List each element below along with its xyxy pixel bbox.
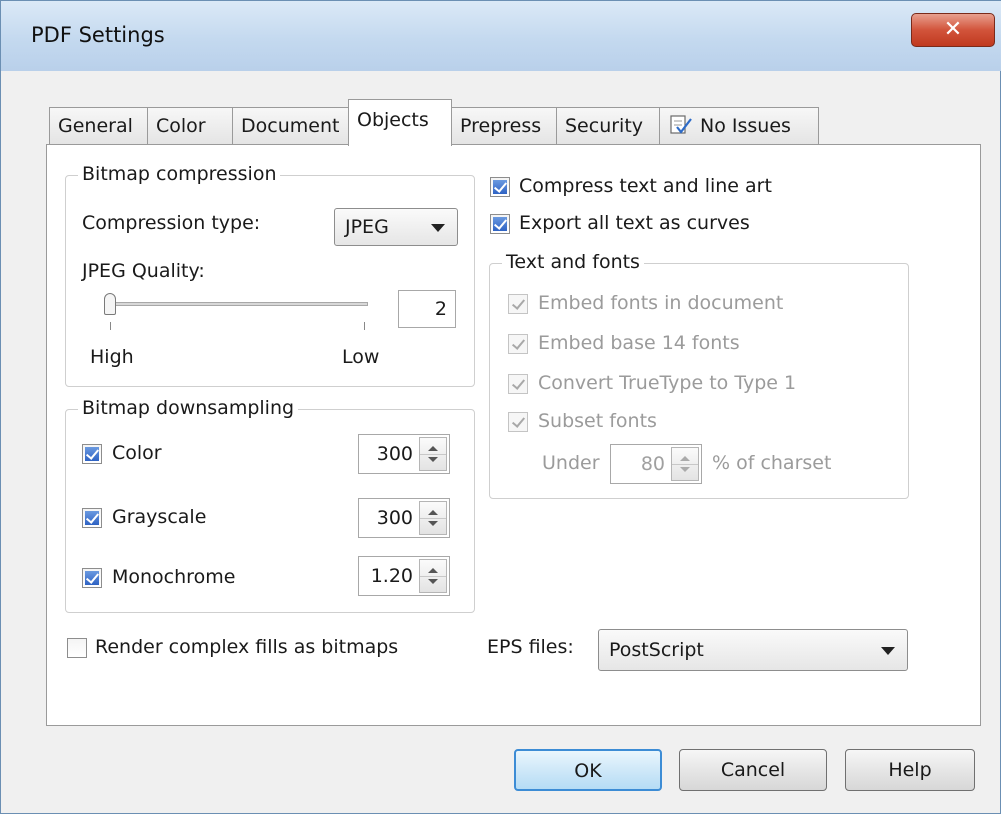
down-arrow-icon: [680, 467, 690, 472]
slider-tick: [110, 322, 111, 330]
eps-files-value: PostScript: [609, 639, 704, 661]
charset-label: % of charset: [712, 452, 832, 474]
window-title: PDF Settings: [31, 23, 165, 47]
spin-buttons[interactable]: [419, 437, 447, 471]
ok-button[interactable]: OK: [514, 749, 662, 791]
convert-truetype-checkbox[interactable]: [508, 374, 528, 394]
tab-label: Security: [565, 115, 644, 137]
down-arrow-icon: [428, 457, 438, 462]
tab-no-issues[interactable]: No Issues: [659, 107, 819, 145]
slider-tick: [364, 322, 365, 330]
up-arrow-icon: [428, 510, 438, 515]
grayscale-label: Grayscale: [112, 506, 207, 528]
tab-label: Objects: [357, 109, 429, 131]
monochrome-label: Monochrome: [112, 566, 236, 588]
render-fills-label: Render complex fills as bitmaps: [95, 636, 399, 658]
embed-fonts-label: Embed fonts in document: [538, 292, 784, 314]
up-arrow-icon: [680, 456, 690, 461]
jpeg-quality-label: JPEG Quality:: [82, 260, 205, 282]
color-checkbox[interactable]: [82, 444, 102, 464]
compress-text-checkbox[interactable]: [490, 177, 510, 197]
group-title: Text and fonts: [502, 251, 644, 273]
grayscale-dpi-value: 300: [376, 507, 413, 529]
subset-fonts-checkbox[interactable]: [508, 412, 528, 432]
slider-thumb[interactable]: [104, 293, 116, 315]
embed-fonts-checkbox[interactable]: [508, 294, 528, 314]
eps-files-dropdown[interactable]: PostScript: [598, 629, 908, 671]
tab-label: General: [58, 115, 133, 137]
compression-type-value: JPEG: [345, 216, 389, 238]
spin-buttons[interactable]: [419, 559, 447, 593]
up-arrow-icon: [428, 446, 438, 451]
jpeg-quality-slider[interactable]: [108, 302, 368, 306]
group-title: Bitmap compression: [78, 163, 281, 185]
checklist-icon: [668, 112, 694, 134]
tab-prepress[interactable]: Prepress: [451, 107, 557, 145]
high-label: High: [90, 346, 134, 368]
tab-general[interactable]: General: [49, 107, 148, 145]
bitmap-downsampling-group: Bitmap downsampling Color 300 Grayscale …: [65, 397, 475, 613]
tab-label: Document: [241, 115, 340, 137]
compress-text-label: Compress text and line art: [519, 175, 772, 197]
objects-panel: Bitmap compression Compression type: JPE…: [46, 144, 981, 726]
eps-files-label: EPS files:: [487, 636, 574, 658]
subset-threshold-stepper[interactable]: 80: [610, 444, 702, 484]
subset-threshold-value: 80: [640, 453, 665, 475]
color-dpi-stepper[interactable]: 300: [358, 434, 450, 474]
monochrome-dpi-stepper[interactable]: 1.20: [358, 556, 450, 596]
embed-base14-label: Embed base 14 fonts: [538, 332, 740, 354]
monochrome-checkbox[interactable]: [82, 568, 102, 588]
grayscale-dpi-stepper[interactable]: 300: [358, 498, 450, 538]
grayscale-checkbox[interactable]: [82, 508, 102, 528]
tab-document[interactable]: Document: [232, 107, 356, 145]
chevron-down-icon: [881, 647, 895, 655]
text-fonts-group: Text and fonts Embed fonts in document E…: [489, 251, 909, 499]
embed-base14-checkbox[interactable]: [508, 334, 528, 354]
export-curves-checkbox[interactable]: [490, 214, 510, 234]
under-label: Under: [542, 452, 600, 474]
down-arrow-icon: [428, 521, 438, 526]
up-arrow-icon: [428, 568, 438, 573]
tab-label: No Issues: [700, 115, 791, 137]
color-dpi-value: 300: [376, 443, 413, 465]
cancel-button[interactable]: Cancel: [679, 749, 827, 791]
tab-label: Prepress: [460, 115, 542, 137]
jpeg-quality-input[interactable]: 2: [398, 290, 456, 328]
spin-buttons[interactable]: [419, 501, 447, 535]
chevron-down-icon: [431, 224, 445, 232]
color-label: Color: [112, 442, 162, 464]
compression-type-label: Compression type:: [82, 212, 261, 234]
close-icon: ✕: [943, 17, 963, 42]
pdf-settings-dialog: PDF Settings ✕ General Color Document Ob…: [0, 0, 1001, 814]
tab-objects[interactable]: Objects: [348, 99, 452, 146]
low-label: Low: [342, 346, 380, 368]
convert-truetype-label: Convert TrueType to Type 1: [538, 372, 797, 394]
group-title: Bitmap downsampling: [78, 397, 299, 419]
tab-color[interactable]: Color: [147, 107, 233, 145]
compression-type-dropdown[interactable]: JPEG: [334, 208, 458, 246]
monochrome-dpi-value: 1.20: [370, 565, 413, 587]
tab-label: Color: [156, 115, 206, 137]
subset-fonts-label: Subset fonts: [538, 410, 657, 432]
export-curves-label: Export all text as curves: [519, 212, 750, 234]
render-fills-checkbox[interactable]: [67, 638, 87, 658]
down-arrow-icon: [428, 579, 438, 584]
title-bar[interactable]: PDF Settings ✕: [1, 1, 1001, 71]
close-button[interactable]: ✕: [911, 13, 995, 47]
help-button[interactable]: Help: [845, 749, 975, 791]
tab-security[interactable]: Security: [556, 107, 660, 145]
bitmap-compression-group: Bitmap compression Compression type: JPE…: [65, 163, 475, 387]
spin-buttons[interactable]: [671, 447, 699, 481]
